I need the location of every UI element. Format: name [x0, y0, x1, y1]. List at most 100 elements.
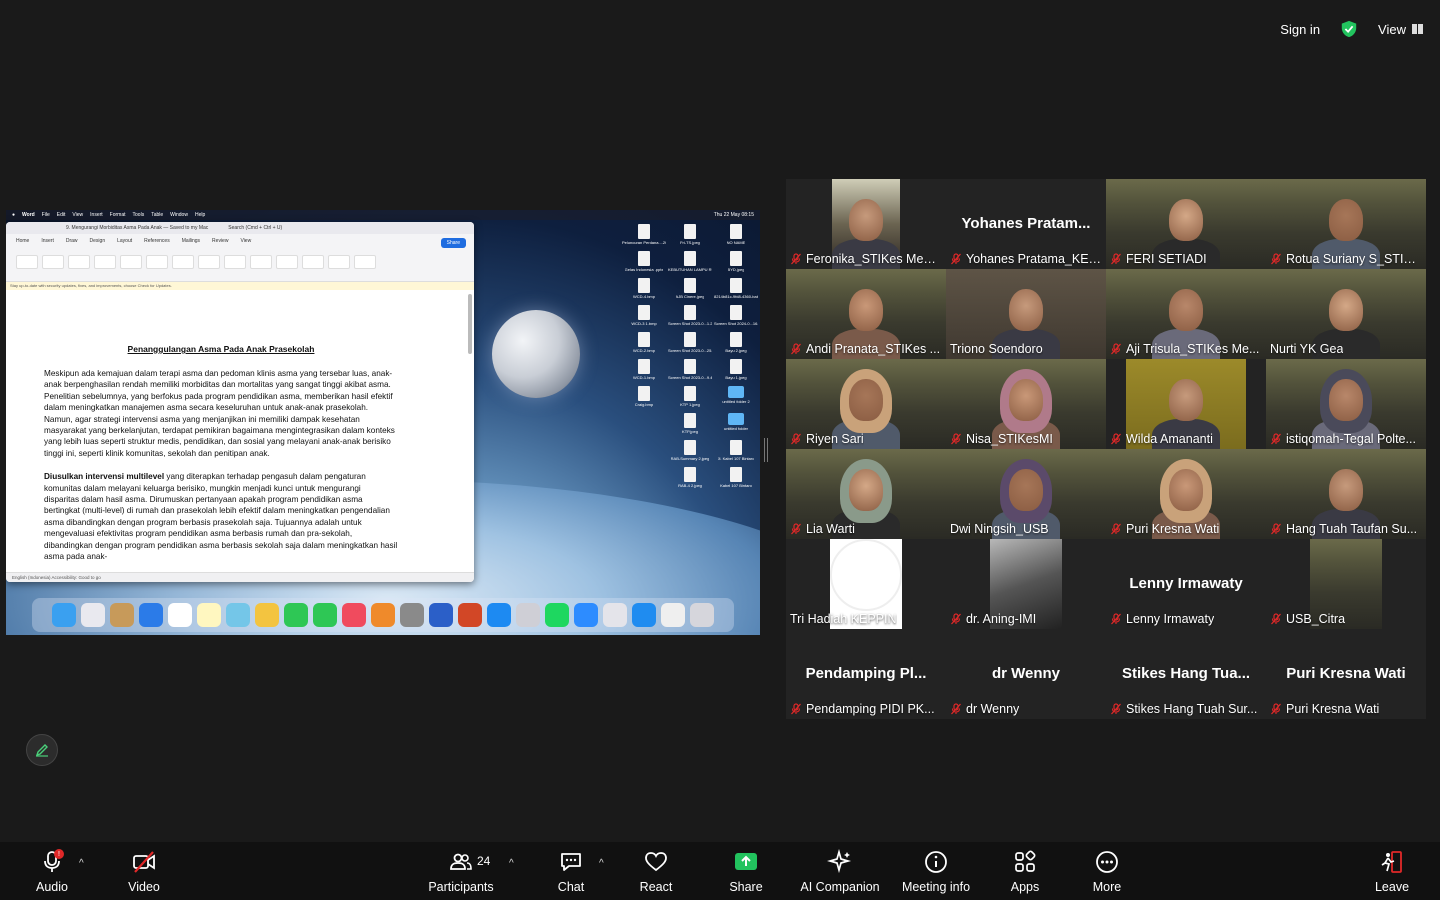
video-button[interactable]: Video: [122, 842, 166, 900]
participant-tile[interactable]: Hang Tuah Taufan Su...: [1266, 449, 1426, 539]
apple-icon: ●: [12, 212, 16, 218]
participant-tile[interactable]: Pendamping Pl... Pendamping PIDI PK...: [786, 629, 946, 719]
desktop-file-icon: Jl. Kabel 107 Bintaro: [714, 440, 758, 461]
word-tab: References: [144, 238, 170, 244]
document-icon: [684, 332, 696, 347]
participant-tile[interactable]: Puri Kresna Wati: [1106, 449, 1266, 539]
word-window: 9. Mengurangi Morbiditas Asma Pada Anak …: [6, 222, 474, 582]
document-icon: [638, 386, 650, 401]
chat-caret-icon[interactable]: ^: [599, 858, 609, 869]
shield-check-icon[interactable]: [1340, 20, 1358, 38]
participant-face: [1169, 379, 1203, 421]
participant-tile[interactable]: Nisa_STIKesMI: [946, 359, 1106, 449]
video-label: Video: [128, 879, 160, 894]
muted-mic-icon: [1111, 433, 1121, 445]
participants-caret-icon[interactable]: ^: [509, 858, 519, 869]
participant-tile[interactable]: Nurti YK Gea: [1266, 269, 1426, 359]
word-tab: Insert: [41, 238, 54, 244]
chat-button[interactable]: Chat: [550, 842, 592, 900]
audio-label: Audio: [36, 879, 68, 894]
muted-mic-icon: [951, 433, 961, 445]
annotate-button[interactable]: [26, 734, 58, 766]
ai-companion-label: AI Companion: [800, 879, 880, 894]
document-paragraph-2: Diusulkan intervensi multilevel yang dit…: [44, 471, 398, 562]
mac-clock: Thu 22 May 08:15: [713, 212, 754, 218]
word-status-bar: English (Indonesia) Accessibility: Good …: [6, 572, 474, 582]
desktop-file-label: Bayu 1.jpeg: [725, 375, 747, 380]
participant-tile[interactable]: Yohanes Pratam... Yohanes Pratama_KEPPIN: [946, 179, 1106, 269]
participant-tile[interactable]: istiqomah-Tegal Polte...: [1266, 359, 1426, 449]
word-tab: Mailings: [181, 238, 201, 244]
document-icon: [684, 305, 696, 320]
desktop-file-icon: AJB Cinere.jpeg: [668, 278, 712, 299]
participant-tile[interactable]: Rotua Suriany S_STIK...: [1266, 179, 1426, 269]
word-tab: Layout: [117, 238, 133, 244]
ai-companion-button[interactable]: AI Companion: [798, 842, 882, 900]
participant-display-name: Lenny Irmawaty: [1129, 575, 1243, 592]
leave-button[interactable]: Leave: [1370, 842, 1414, 900]
participant-tile[interactable]: Riyen Sari: [786, 359, 946, 449]
desktop-file-label: WCD-2.bmp: [632, 348, 655, 353]
word-tab: Design: [89, 238, 106, 244]
participant-tile[interactable]: Puri Kresna Wati Puri Kresna Wati: [1266, 629, 1426, 719]
participant-tile[interactable]: Dwi Ningsih_USB: [946, 449, 1106, 539]
participant-name-bar: dr. Aning-IMI: [950, 611, 1102, 627]
participant-name-bar: Feronika_STIKes Medi...: [790, 251, 942, 267]
apps-button[interactable]: Apps: [1004, 842, 1046, 900]
view-label: View: [1378, 21, 1406, 37]
participant-name: dr Wenny: [966, 702, 1020, 716]
document-icon: [638, 305, 650, 320]
participant-tile[interactable]: Lenny Irmawaty Lenny Irmawaty: [1106, 539, 1266, 629]
more-button[interactable]: More: [1086, 842, 1128, 900]
participant-tile[interactable]: Tri Hadiah KEPPIN: [786, 539, 946, 629]
desktop-file-icon: RAB-Summary 2.jpeg: [668, 440, 712, 461]
view-button[interactable]: View: [1372, 20, 1430, 39]
participant-name-bar: Nurti YK Gea: [1270, 341, 1422, 357]
participant-tile[interactable]: Stikes Hang Tua... Stikes Hang Tuah Sur..…: [1106, 629, 1266, 719]
shared-screen[interactable]: ● Word File Edit View Insert Format Tool…: [6, 210, 760, 635]
muted-mic-icon: [1111, 253, 1121, 265]
word-tab: Draw: [65, 238, 78, 244]
document-icon: [684, 467, 696, 482]
participant-tile[interactable]: USB_Citra: [1266, 539, 1426, 629]
desktop-file-icon: untitled folder: [714, 413, 758, 434]
share-button[interactable]: Share: [724, 842, 768, 900]
participant-tile[interactable]: dr Wenny dr Wenny: [946, 629, 1106, 719]
participant-tile[interactable]: FERI SETIADI: [1106, 179, 1266, 269]
participant-name-bar: Puri Kresna Wati: [1270, 701, 1422, 717]
participant-tile[interactable]: dr. Aning-IMI: [946, 539, 1106, 629]
meeting-info-button[interactable]: Meeting info: [898, 842, 974, 900]
audio-caret-icon[interactable]: ^: [79, 858, 89, 869]
participant-tile[interactable]: Wilda Amananti: [1106, 359, 1266, 449]
participant-tile[interactable]: Andi Pranata_STIKes ...: [786, 269, 946, 359]
participant-name: Stikes Hang Tuah Sur...: [1126, 702, 1258, 716]
participant-face: [1329, 289, 1363, 331]
participant-tile[interactable]: Lia Warti: [786, 449, 946, 539]
react-button[interactable]: React: [634, 842, 678, 900]
participant-name: Dwi Ningsih_USB: [950, 522, 1049, 536]
participants-button[interactable]: Participants: [426, 842, 496, 900]
participant-face: [849, 199, 883, 241]
word-share-button: Share: [440, 238, 466, 248]
muted-mic-icon: [791, 523, 801, 535]
heart-icon: [645, 851, 667, 871]
desktop-file-icon: WCD-4.bmp: [622, 278, 666, 299]
sign-in-button[interactable]: Sign in: [1274, 20, 1326, 39]
participant-face: [1329, 199, 1363, 241]
mac-menu-1: File: [41, 212, 50, 218]
share-screen-icon: [735, 852, 757, 870]
desktop-file-label: RAB-Summary 2.jpeg: [670, 456, 710, 461]
desktop-file-label: BYD.jpeg: [727, 267, 745, 272]
participant-tile[interactable]: Aji Trisula_STIKes Me...: [1106, 269, 1266, 359]
split-resize-handle[interactable]: [764, 438, 768, 462]
audio-button[interactable]: Audio: [30, 842, 74, 900]
pencil-icon: [35, 744, 48, 757]
participant-name-bar: dr Wenny: [950, 701, 1102, 717]
desktop-file-icon: Screen Shot 2024-0...16.36.55: [714, 305, 758, 326]
meeting-toolbar: Audio ! ^ Video Participants 24 ^ Chat ^…: [0, 842, 1440, 900]
document-icon: [684, 278, 696, 293]
participant-tile[interactable]: Triono Soendoro: [946, 269, 1106, 359]
participant-name-bar: Dwi Ningsih_USB: [950, 521, 1102, 537]
participant-tile[interactable]: Feronika_STIKes Medi...: [786, 179, 946, 269]
muted-mic-icon: [951, 613, 961, 625]
